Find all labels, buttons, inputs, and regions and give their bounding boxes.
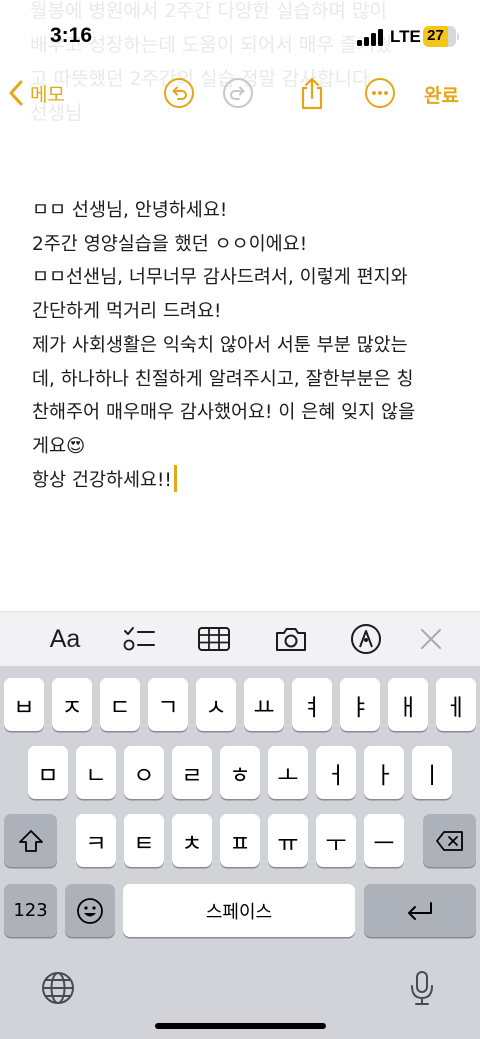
format-toolbar: Aa (0, 611, 480, 666)
note-line: 2주간 영양실습을 했던 ㅇㅇ이에요! (32, 233, 308, 255)
table-icon (198, 627, 230, 651)
key[interactable]: ㅓ (316, 746, 356, 799)
backspace-key[interactable] (423, 814, 476, 867)
return-icon (408, 901, 432, 920)
key[interactable]: ㅜ (316, 814, 356, 867)
key[interactable]: ㅡ (364, 814, 404, 867)
battery-level: 27 (427, 27, 444, 44)
text-format-button[interactable]: Aa (46, 622, 84, 656)
note-body[interactable]: ㅁㅁ 선생님, 안녕하세요! 2주간 영양실습을 했던 ㅇㅇ이에요! ㅁㅁ선샌님… (32, 194, 457, 497)
notes-nav-bar: 메모 완료 (0, 62, 480, 124)
key[interactable]: ㅣ (412, 746, 452, 799)
key[interactable]: ㅅ (196, 678, 236, 731)
more-options-button[interactable] (363, 76, 397, 110)
share-icon (301, 77, 323, 110)
globe-icon (42, 972, 74, 1004)
dictation-button[interactable] (402, 968, 442, 1008)
note-last-line: 항상 건강하세요!! (32, 464, 457, 498)
key[interactable]: ㅎ (220, 746, 260, 799)
markup-button[interactable] (347, 622, 385, 656)
undo-button[interactable] (162, 76, 196, 110)
key[interactable]: ㅌ (124, 814, 164, 867)
space-key[interactable]: 스페이스 (123, 884, 355, 937)
note-line: 제가 사회생활은 익숙치 않아서 서툰 부분 많았는 (32, 334, 408, 356)
battery-icon: 27 (423, 26, 459, 47)
key[interactable]: ㅁ (28, 746, 68, 799)
key[interactable]: ㅂ (4, 678, 44, 731)
microphone-icon (411, 971, 433, 1005)
key[interactable]: ㅠ (268, 814, 308, 867)
key[interactable]: ㅋ (76, 814, 116, 867)
shift-icon (18, 829, 43, 852)
text-cursor (173, 464, 177, 492)
note-line: 게요😍 (32, 435, 86, 457)
key[interactable]: ㅇ (124, 746, 164, 799)
key[interactable]: ㄱ (148, 678, 188, 731)
key[interactable]: ㅐ (388, 678, 428, 731)
undo-icon (164, 78, 194, 108)
key[interactable]: ㅗ (268, 746, 308, 799)
numbers-key[interactable]: 123 (4, 884, 57, 937)
note-line: ㅁㅁ선샌님, 너무너무 감사드려서, 이렇게 편지와 (32, 267, 408, 289)
return-key[interactable] (364, 884, 476, 937)
network-type: LTE (390, 27, 421, 46)
language-switch-button[interactable] (38, 968, 78, 1008)
status-bar: 3:16 LTE 27 (0, 0, 480, 62)
emoji-key[interactable] (65, 884, 115, 937)
key[interactable]: ㄹ (172, 746, 212, 799)
camera-button[interactable] (272, 622, 310, 656)
checklist-button[interactable] (120, 622, 158, 656)
shift-key[interactable] (4, 814, 57, 867)
key[interactable]: ㅍ (220, 814, 260, 867)
checklist-icon (123, 627, 155, 651)
backspace-icon (435, 830, 463, 851)
key[interactable]: ㅑ (340, 678, 380, 731)
chevron-left-icon (9, 80, 23, 106)
emoji-icon (77, 897, 103, 924)
note-line: 데, 하나하나 친절하게 알려주시고, 잘한부분은 칭 (32, 368, 414, 390)
done-button[interactable]: 완료 (424, 81, 459, 108)
pen-tip-icon (351, 624, 381, 654)
back-label: 메모 (30, 83, 65, 106)
share-button[interactable] (295, 76, 329, 110)
key[interactable]: ㄴ (76, 746, 116, 799)
note-line: ㅁㅁ 선생님, 안녕하세요! (32, 200, 228, 221)
close-keyboard-button[interactable] (414, 622, 448, 656)
status-time: 3:16 (50, 24, 93, 47)
ellipsis-circle-icon (365, 78, 395, 108)
key[interactable]: ㄷ (100, 678, 140, 731)
cellular-signal-icon (357, 29, 383, 46)
korean-keyboard: ㅂ ㅈ ㄷ ㄱ ㅅ ㅛ ㅕ ㅑ ㅐ ㅔ ㅁ ㄴ ㅇ ㄹ ㅎ ㅗ ㅓ ㅏ ㅣ ㅋ … (0, 666, 480, 1039)
key[interactable]: ㅊ (172, 814, 212, 867)
redo-icon (223, 78, 253, 108)
back-button[interactable]: 메모 (8, 76, 65, 110)
note-line: 찬해주어 매우매우 감사했어요! 이 은혜 잊지 않을 (32, 402, 416, 424)
key[interactable]: ㅛ (244, 678, 284, 731)
key[interactable]: ㅔ (436, 678, 476, 731)
close-icon (421, 629, 441, 649)
key[interactable]: ㅕ (292, 678, 332, 731)
key[interactable]: ㅏ (364, 746, 404, 799)
redo-button[interactable] (221, 76, 255, 110)
note-line: 항상 건강하세요!! (32, 469, 172, 491)
key[interactable]: ㅈ (52, 678, 92, 731)
note-line: 간단하게 먹거리 드려요! (32, 301, 222, 323)
home-indicator (155, 1023, 326, 1029)
camera-icon (276, 628, 306, 651)
table-button[interactable] (195, 622, 233, 656)
